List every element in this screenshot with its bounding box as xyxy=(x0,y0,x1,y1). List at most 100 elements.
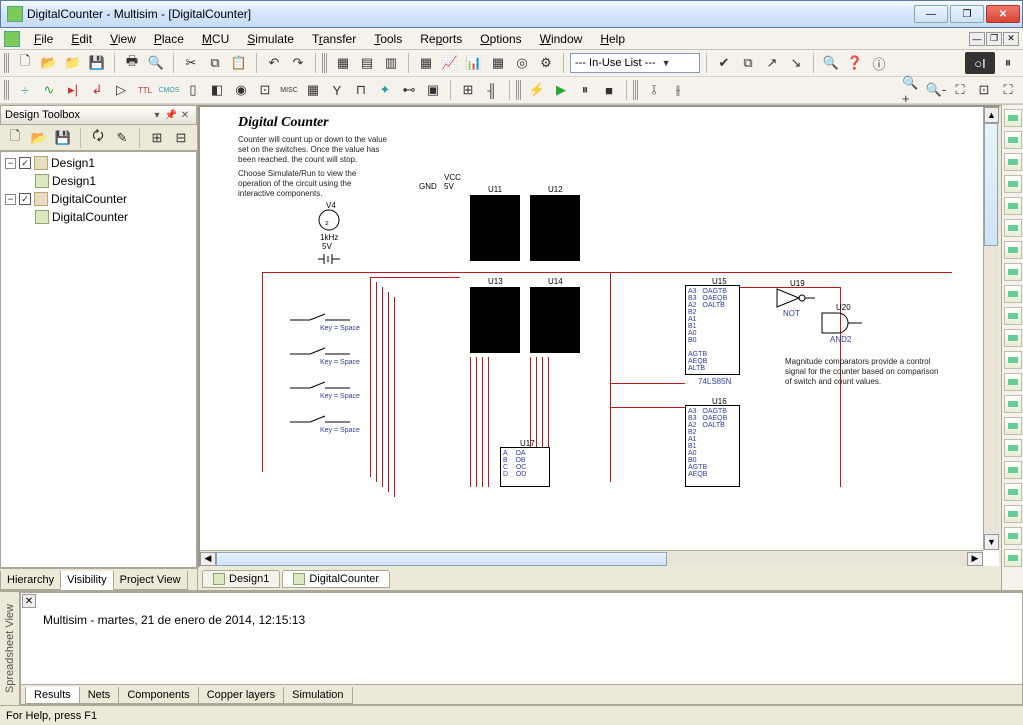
print-button[interactable]: 🖶 xyxy=(121,52,143,74)
run-button[interactable]: ▶ xyxy=(550,79,572,101)
toolbox-refresh[interactable]: 🗘 xyxy=(87,127,109,149)
sstab-simulation[interactable]: Simulation xyxy=(283,687,352,704)
instrument-elvis[interactable] xyxy=(1004,527,1022,545)
mdi-restore[interactable]: ❐ xyxy=(986,32,1002,46)
scroll-right-icon[interactable]: ▶ xyxy=(967,552,983,566)
checkbox-icon[interactable]: ✓ xyxy=(19,157,31,169)
toggle-panel-1[interactable]: ▦ xyxy=(332,52,354,74)
collapse-icon[interactable]: − xyxy=(5,158,16,169)
copy-button[interactable]: ⧉ xyxy=(204,52,226,74)
place-electromech-button[interactable]: ⊓ xyxy=(350,79,372,101)
instrument-spectrum[interactable] xyxy=(1004,373,1022,391)
place-diode-button[interactable]: ▸| xyxy=(62,79,84,101)
zoom-in-button[interactable]: 🔍+ xyxy=(901,79,923,101)
instrument-multimeter[interactable] xyxy=(1004,109,1022,127)
toolbar-grip-4[interactable] xyxy=(516,80,521,100)
instrument-agilent-scope[interactable] xyxy=(1004,461,1022,479)
toolbar-grip[interactable] xyxy=(4,53,9,73)
place-analog-button[interactable]: ▷ xyxy=(110,79,132,101)
zoom-area-button[interactable]: ⛶ xyxy=(949,79,971,101)
save-button[interactable]: 💾 xyxy=(86,52,108,74)
instrument-scope[interactable] xyxy=(1004,175,1022,193)
menu-simulate[interactable]: Simulate xyxy=(239,30,302,48)
wizard-button[interactable]: ⚙ xyxy=(535,52,557,74)
tree-node-digitalcounter-child[interactable]: DigitalCounter xyxy=(1,208,196,226)
in-use-list-combo[interactable]: --- In-Use List --- ▼ xyxy=(570,53,700,73)
bus-button[interactable]: ╢ xyxy=(481,79,503,101)
toolbox-collapse[interactable]: ⊟ xyxy=(170,127,192,149)
toolbox-dropdown[interactable]: ▾ xyxy=(150,108,164,122)
cut-button[interactable]: ✂ xyxy=(180,52,202,74)
scroll-down-icon[interactable]: ▼ xyxy=(984,534,999,550)
tab-visibility[interactable]: Visibility xyxy=(60,571,114,590)
mdi-minimize[interactable]: — xyxy=(969,32,985,46)
place-power-button[interactable]: ⊡ xyxy=(254,79,276,101)
sim-switch-pause[interactable]: ⏸ xyxy=(997,52,1019,74)
postprocessor-button[interactable]: 📊 xyxy=(463,52,485,74)
breadboard-button[interactable]: ▦ xyxy=(487,52,509,74)
scroll-thumb[interactable] xyxy=(984,123,998,246)
toggle-panel-2[interactable]: ▤ xyxy=(356,52,378,74)
zoom-out-button[interactable]: 🔍- xyxy=(925,79,947,101)
menu-help[interactable]: Help xyxy=(592,30,633,48)
verify-button[interactable]: ✔ xyxy=(713,52,735,74)
transfer-button[interactable]: ↗ xyxy=(761,52,783,74)
instrument-bode[interactable] xyxy=(1004,219,1022,237)
place-basic-button[interactable]: ∿ xyxy=(38,79,60,101)
design-tree[interactable]: − ✓ Design1 Design1 − ✓ DigitalCounter D… xyxy=(0,151,197,568)
toolbar-grip-5[interactable] xyxy=(633,80,638,100)
database-mgr-button[interactable]: ▦ xyxy=(415,52,437,74)
toolbox-save[interactable]: 💾 xyxy=(52,127,74,149)
tab-hierarchy[interactable]: Hierarchy xyxy=(0,571,61,590)
print-preview-button[interactable]: 🔍 xyxy=(145,52,167,74)
tree-node-design1[interactable]: − ✓ Design1 xyxy=(1,154,196,172)
instrument-logicconverter[interactable] xyxy=(1004,307,1022,325)
instrument-tek-scope[interactable] xyxy=(1004,483,1022,501)
minimize-button[interactable]: — xyxy=(914,5,948,23)
place-indicator-button[interactable]: ◉ xyxy=(230,79,252,101)
toggle-panel-3[interactable]: ▥ xyxy=(380,52,402,74)
menu-reports[interactable]: Reports xyxy=(412,30,470,48)
zoom-sheet-button[interactable]: ⊡ xyxy=(973,79,995,101)
menu-place[interactable]: Place xyxy=(146,30,192,48)
paste-button[interactable]: 📋 xyxy=(228,52,250,74)
spreadsheet-side-tab[interactable]: Spreadsheet View xyxy=(0,592,20,705)
sstab-nets[interactable]: Nets xyxy=(79,687,120,704)
netlist-button[interactable]: ⧉ xyxy=(737,52,759,74)
menu-mcu[interactable]: MCU xyxy=(194,30,237,48)
place-ttl-button[interactable]: TTL xyxy=(134,79,156,101)
menu-transfer[interactable]: Transfer xyxy=(304,30,364,48)
menu-view[interactable]: View xyxy=(102,30,144,48)
find-button[interactable]: 🔍 xyxy=(820,52,842,74)
tree-node-design1-child[interactable]: Design1 xyxy=(1,172,196,190)
toolbox-open[interactable]: 📂 xyxy=(28,127,50,149)
toolbox-new[interactable]: 🗋 xyxy=(4,127,26,149)
menu-window[interactable]: Window xyxy=(532,30,591,48)
checkbox-icon[interactable]: ✓ xyxy=(19,193,31,205)
sim-switch-on[interactable]: ○I xyxy=(965,52,995,74)
interactive-button[interactable]: ⚡ xyxy=(526,79,548,101)
maximize-button[interactable]: ❐ xyxy=(950,5,984,23)
mdi-close[interactable]: ✕ xyxy=(1003,32,1019,46)
sstab-copper[interactable]: Copper layers xyxy=(198,687,284,704)
toolbox-pin[interactable]: 📌 xyxy=(164,108,178,122)
new-button[interactable]: 🗋 xyxy=(14,52,36,74)
tab-project-view[interactable]: Project View xyxy=(113,571,188,590)
sstab-components[interactable]: Components xyxy=(118,687,198,704)
toolbar-grip-3[interactable] xyxy=(4,80,9,100)
place-ni-button[interactable]: ✦ xyxy=(374,79,396,101)
sstab-results[interactable]: Results xyxy=(25,687,80,704)
place-rf-button[interactable]: Y xyxy=(326,79,348,101)
toolbox-rename[interactable]: ✎ xyxy=(111,127,133,149)
capture-button[interactable]: ◎ xyxy=(511,52,533,74)
open-button[interactable]: 📂 xyxy=(38,52,60,74)
place-mcu-button[interactable]: ▣ xyxy=(422,79,444,101)
place-transistor-button[interactable]: ↲ xyxy=(86,79,108,101)
fullscreen-button[interactable]: ⛶ xyxy=(997,79,1019,101)
menu-edit[interactable]: Edit xyxy=(63,30,100,48)
toolbox-close[interactable]: ✕ xyxy=(178,108,192,122)
hierarchical-button[interactable]: ⊞ xyxy=(457,79,479,101)
place-cmos-button[interactable]: CMOS xyxy=(158,79,180,101)
pause-button[interactable]: ⏸ xyxy=(574,79,596,101)
place-misc-button[interactable]: MISC xyxy=(278,79,300,101)
